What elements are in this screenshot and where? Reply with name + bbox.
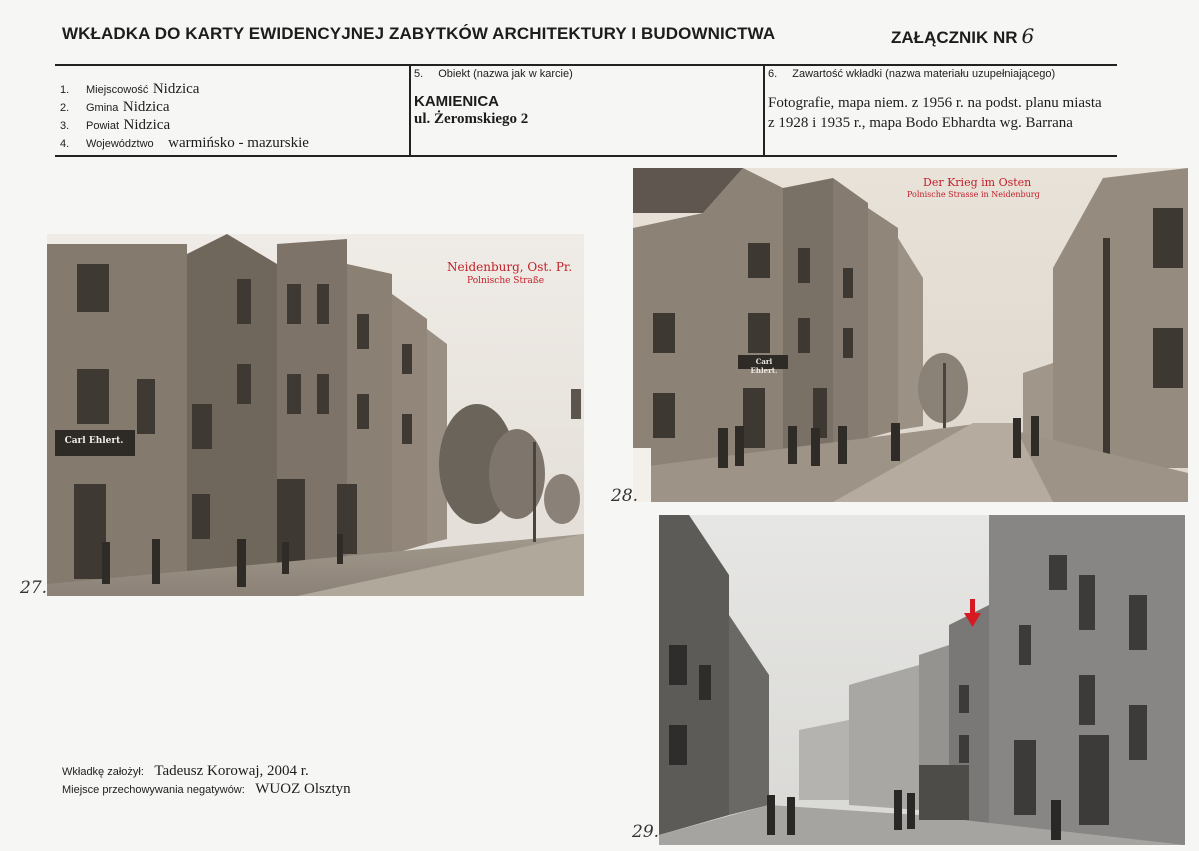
object-name: KAMIENICA <box>414 93 499 110</box>
storage-value: WUOZ Olsztyn <box>255 781 351 797</box>
photo-27-shop-sign: Carl Ehlert. <box>64 436 124 446</box>
annex-label: ZAŁĄCZNIK NR 6 <box>891 24 1034 48</box>
object-address: ul. Żeromskiego 2 <box>414 111 529 127</box>
location-num: 2. <box>60 102 70 114</box>
location-value: Nidzica <box>122 99 170 115</box>
table-top-rule <box>55 64 1117 66</box>
photo-29 <box>659 515 1185 845</box>
location-value: Nidzica <box>152 81 200 97</box>
location-label: Miejscowość <box>86 84 149 96</box>
author-label: Wkładkę założył: <box>62 766 144 778</box>
location-row-town: 1. Miejscowość Nidzica <box>60 80 199 98</box>
photo-29-number: 29. <box>632 822 660 842</box>
photo-28-number: 28. <box>611 486 639 506</box>
photo-28-shop-sign: Carl Ehlert. <box>750 357 778 375</box>
location-num: 3. <box>60 120 70 132</box>
photo-27-caption-sub: Polnische Straße <box>467 276 545 286</box>
author-value: Tadeusz Korowaj, 2004 r. <box>154 763 309 779</box>
photo-27: Carl Ehlert. Neidenburg, Ost. Pr. Polnis… <box>47 234 584 596</box>
contents-num: 6. <box>768 68 778 80</box>
location-num: 1. <box>60 84 70 96</box>
storage-row: Miejsce przechowywania negatywów: WUOZ O… <box>62 780 351 798</box>
page-title: WKŁADKA DO KARTY EWIDENCYJNEJ ZABYTKÓW A… <box>62 24 776 43</box>
annex-number: 6 <box>1021 24 1035 48</box>
location-row-county: 3. Powiat Nidzica <box>60 116 170 134</box>
contents-line-2: z 1928 i 1935 r., mapa Bodo Ebhardta wg.… <box>768 115 1073 131</box>
photo-28: Carl Ehlert. Der Krieg im Osten Polnisch… <box>633 168 1188 502</box>
annex-label-text: ZAŁĄCZNIK NR <box>891 28 1018 47</box>
photo-28-caption-sub: Polnische Strasse in Neidenburg <box>907 190 1040 199</box>
author-row: Wkładkę założył: Tadeusz Korowaj, 2004 r… <box>62 762 309 780</box>
location-num: 4. <box>60 138 70 150</box>
location-label: Gmina <box>86 102 119 114</box>
photo-27-number: 27. <box>20 578 48 598</box>
location-row-voivodeship: 4. Województwo warmińsko - mazurskie <box>60 134 309 152</box>
table-divider-1 <box>409 64 411 157</box>
object-num: 5. <box>414 68 424 80</box>
location-label: Województwo <box>86 138 154 150</box>
contents-line-1: Fotografie, mapa niem. z 1956 r. na pods… <box>768 95 1102 111</box>
contents-header: 6. Zawartość wkładki (nazwa materiału uz… <box>768 68 1055 80</box>
object-header: 5. Obiekt (nazwa jak w karcie) <box>414 68 573 80</box>
object-label: Obiekt (nazwa jak w karcie) <box>438 68 573 80</box>
storage-label: Miejsce przechowywania negatywów: <box>62 784 245 796</box>
location-value: warmińsko - mazurskie <box>168 135 309 151</box>
contents-label: Zawartość wkładki (nazwa materiału uzupe… <box>792 68 1056 80</box>
location-row-commune: 2. Gmina Nidzica <box>60 98 170 116</box>
table-divider-2 <box>763 64 765 157</box>
photo-27-caption-title: Neidenburg, Ost. Pr. <box>447 260 573 274</box>
table-bottom-rule <box>55 155 1117 157</box>
location-value: Nidzica <box>123 117 171 133</box>
photo-28-caption-title: Der Krieg im Osten <box>923 176 1032 189</box>
location-label: Powiat <box>86 120 120 132</box>
